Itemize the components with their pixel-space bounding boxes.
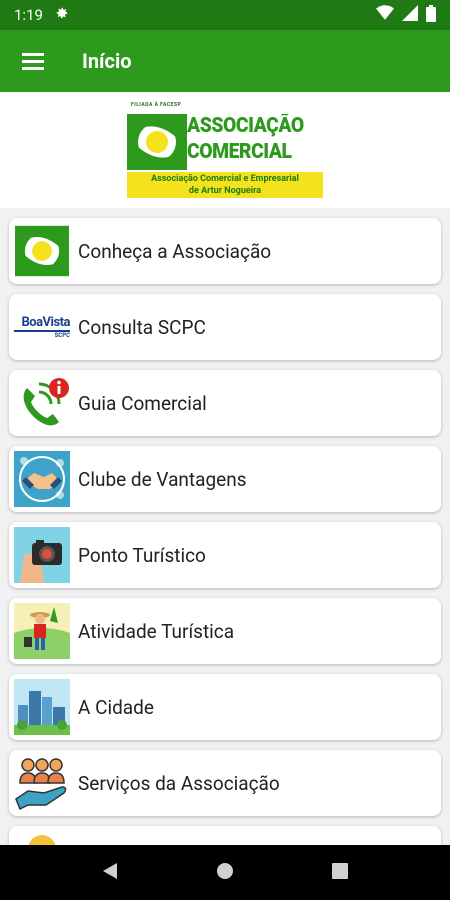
page-title: Início [82, 49, 132, 73]
battery-icon [426, 4, 436, 26]
home-button[interactable] [215, 861, 235, 885]
boavista-logo-text: BoaVista [21, 315, 70, 330]
partial-item-icon [14, 831, 70, 845]
city-icon [14, 679, 70, 735]
recents-square-icon [332, 862, 348, 879]
recents-button[interactable] [331, 862, 349, 884]
boavista-scpc-text: SCPC [54, 332, 70, 339]
menu-item-ponto-turistico[interactable]: Ponto Turístico [9, 522, 441, 588]
menu-item-label: Consulta SCPC [78, 315, 206, 339]
handshake-icon [14, 451, 70, 507]
association-logo-icon [14, 223, 70, 279]
phone-info-icon [14, 375, 70, 431]
menu-item-label: Guia Comercial [78, 391, 207, 415]
back-button[interactable] [101, 861, 119, 885]
menu-item-atividade-turistica[interactable]: Atividade Turística [9, 598, 441, 664]
boavista-scpc-icon: BoaVista SCPC [14, 299, 70, 355]
menu-item-consulta-scpc[interactable]: BoaVista SCPC Consulta SCPC [9, 294, 441, 360]
menu-item-clube-vantagens[interactable]: Clube de Vantagens [9, 446, 441, 512]
menu-list[interactable]: Conheça a Associação BoaVista SCPC Consu… [0, 208, 450, 845]
settings-icon [55, 6, 69, 24]
tourist-icon [14, 603, 70, 659]
logo-line2: COMERCIAL [187, 140, 292, 164]
status-time: 1:19 [14, 6, 43, 24]
menu-item-label: Atividade Turística [78, 619, 235, 643]
logo-subtitle1: Associação Comercial e Empresarial [151, 174, 299, 184]
back-triangle-icon [103, 862, 117, 879]
menu-item-a-cidade[interactable]: A Cidade [9, 674, 441, 740]
signal-icon [402, 5, 418, 25]
menu-item-label: A Cidade [78, 695, 154, 719]
system-nav-bar [0, 845, 450, 900]
header-logo-area: FILIADA À FACESP ASSOCIAÇÃO COMERCIAL As… [0, 92, 450, 208]
menu-item-label: Ponto Turístico [78, 543, 206, 567]
people-hand-icon [14, 755, 70, 811]
hamburger-icon [22, 53, 44, 70]
menu-item-label: Clube de Vantagens [78, 467, 247, 491]
association-mark-icon [127, 114, 187, 170]
camera-icon [14, 527, 70, 583]
menu-item-label: Serviços da Associação [78, 771, 280, 795]
app-bar: Início [0, 30, 450, 92]
menu-item-conheca-associacao[interactable]: Conheça a Associação [9, 218, 441, 284]
menu-item-guia-comercial[interactable]: Guia Comercial [9, 370, 441, 436]
logo-subtitle-banner: Associação Comercial e Empresarial de Ar… [127, 172, 323, 198]
menu-item-partial[interactable] [9, 826, 441, 845]
menu-item-servicos-associacao[interactable]: Serviços da Associação [9, 750, 441, 816]
hamburger-menu-button[interactable] [0, 30, 66, 92]
logo-line1: ASSOCIAÇÃO [187, 114, 304, 138]
menu-item-label: Conheça a Associação [78, 239, 272, 263]
logo-top-text: FILIADA À FACESP [131, 102, 182, 108]
home-circle-icon [217, 862, 233, 879]
wifi-icon [376, 5, 394, 25]
logo-subtitle2: de Artur Nogueira [188, 186, 262, 196]
association-logo: FILIADA À FACESP ASSOCIAÇÃO COMERCIAL As… [127, 102, 323, 198]
status-bar: 1:19 [0, 0, 450, 30]
